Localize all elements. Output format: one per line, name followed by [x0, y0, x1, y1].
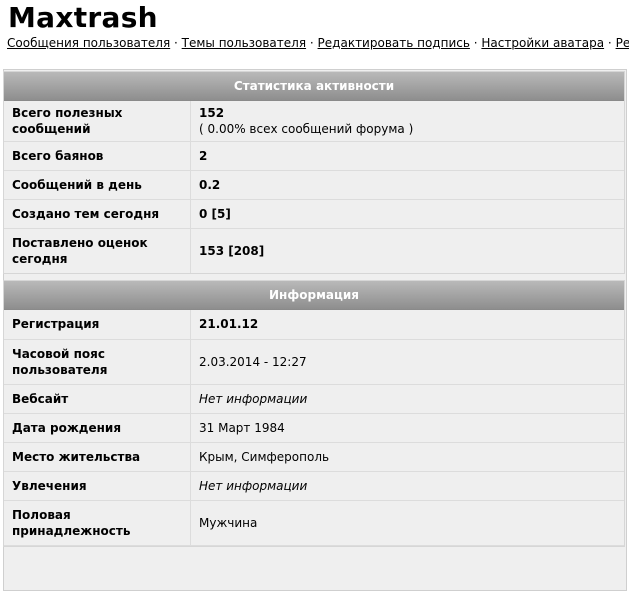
stat-label: Всего полезных сообщений — [4, 101, 191, 141]
info-value: Крым, Симферополь — [190, 441, 624, 471]
activity-section-title: Статистика активности — [4, 72, 624, 101]
table-row: Увлечения Нет информации — [4, 470, 624, 500]
table-row: Поставлено оценок сегодня 153 [208] — [4, 227, 624, 273]
table-row: Дата рождения 31 Март 1984 — [4, 412, 624, 442]
nav-separator: · — [174, 36, 178, 50]
info-table: Регистрация 21.01.12 Часовой пояс пользо… — [4, 310, 624, 546]
info-section: Информация Регистрация 21.01.12 Часовой … — [3, 280, 625, 547]
nav-edit-signature-link[interactable]: Редактировать подпись — [318, 36, 470, 50]
nav-user-posts-link[interactable]: Сообщения пользователя — [7, 36, 170, 50]
table-row: Сообщений в день 0.2 — [4, 169, 624, 199]
stat-value: 152 ( 0.00% всех сообщений форума ) — [190, 101, 624, 141]
nav-avatar-settings-link[interactable]: Настройки аватара — [481, 36, 604, 50]
table-row: Вебсайт Нет информации — [4, 383, 624, 413]
nav-user-topics-link[interactable]: Темы пользователя — [182, 36, 306, 50]
stat-label: Всего баянов — [4, 140, 191, 170]
stat-value: 2 — [190, 140, 624, 170]
page-title: Maxtrash — [8, 1, 158, 34]
info-label: Дата рождения — [4, 412, 191, 442]
stat-value: 0.2 — [190, 169, 624, 199]
activity-section: Статистика активности Всего полезных соо… — [3, 71, 625, 274]
table-row: Часовой пояс пользователя 2.03.2014 - 12… — [4, 338, 624, 384]
info-label: Регистрация — [4, 310, 191, 339]
stat-value-sub: ( 0.00% всех сообщений форума ) — [199, 121, 414, 136]
info-value: 2.03.2014 - 12:27 — [190, 338, 624, 384]
info-value: 31 Март 1984 — [190, 412, 624, 442]
nav-separator: · — [309, 36, 314, 50]
info-value: Нет информации — [190, 383, 624, 413]
info-label: Вебсайт — [4, 383, 191, 413]
table-row: Половая принадлежность Мужчина — [4, 499, 624, 546]
info-label: Место жительства — [4, 441, 191, 471]
stat-label: Поставлено оценок сегодня — [4, 227, 191, 273]
info-label: Часовой пояс пользователя — [4, 338, 191, 384]
activity-table: Всего полезных сообщений 152 ( 0.00% все… — [4, 101, 624, 273]
table-row: Место жительства Крым, Симферополь — [4, 441, 624, 471]
info-value: Нет информации — [190, 470, 624, 500]
nav-edit-profile-link[interactable]: Редактировать профиль — [616, 36, 629, 50]
info-label: Увлечения — [4, 470, 191, 500]
info-label: Половая принадлежность — [4, 499, 191, 546]
nav-separator: · — [473, 36, 478, 50]
stat-value: 0 [5] — [190, 198, 624, 228]
stat-value-text: 152 — [199, 105, 225, 120]
stat-value: 153 [208] — [190, 227, 624, 273]
profile-nav: Сообщения пользователя · Темы пользовате… — [7, 35, 629, 51]
table-row: Всего баянов 2 — [4, 140, 624, 170]
info-value: 21.01.12 — [190, 310, 624, 339]
table-row: Регистрация 21.01.12 — [4, 310, 624, 339]
table-row: Всего полезных сообщений 152 ( 0.00% все… — [4, 101, 624, 141]
nav-separator: · — [607, 36, 612, 50]
stat-label: Сообщений в день — [4, 169, 191, 199]
info-section-title: Информация — [4, 281, 624, 310]
table-row: Создано тем сегодня 0 [5] — [4, 198, 624, 228]
stat-label: Создано тем сегодня — [4, 198, 191, 228]
info-value: Мужчина — [190, 499, 624, 546]
